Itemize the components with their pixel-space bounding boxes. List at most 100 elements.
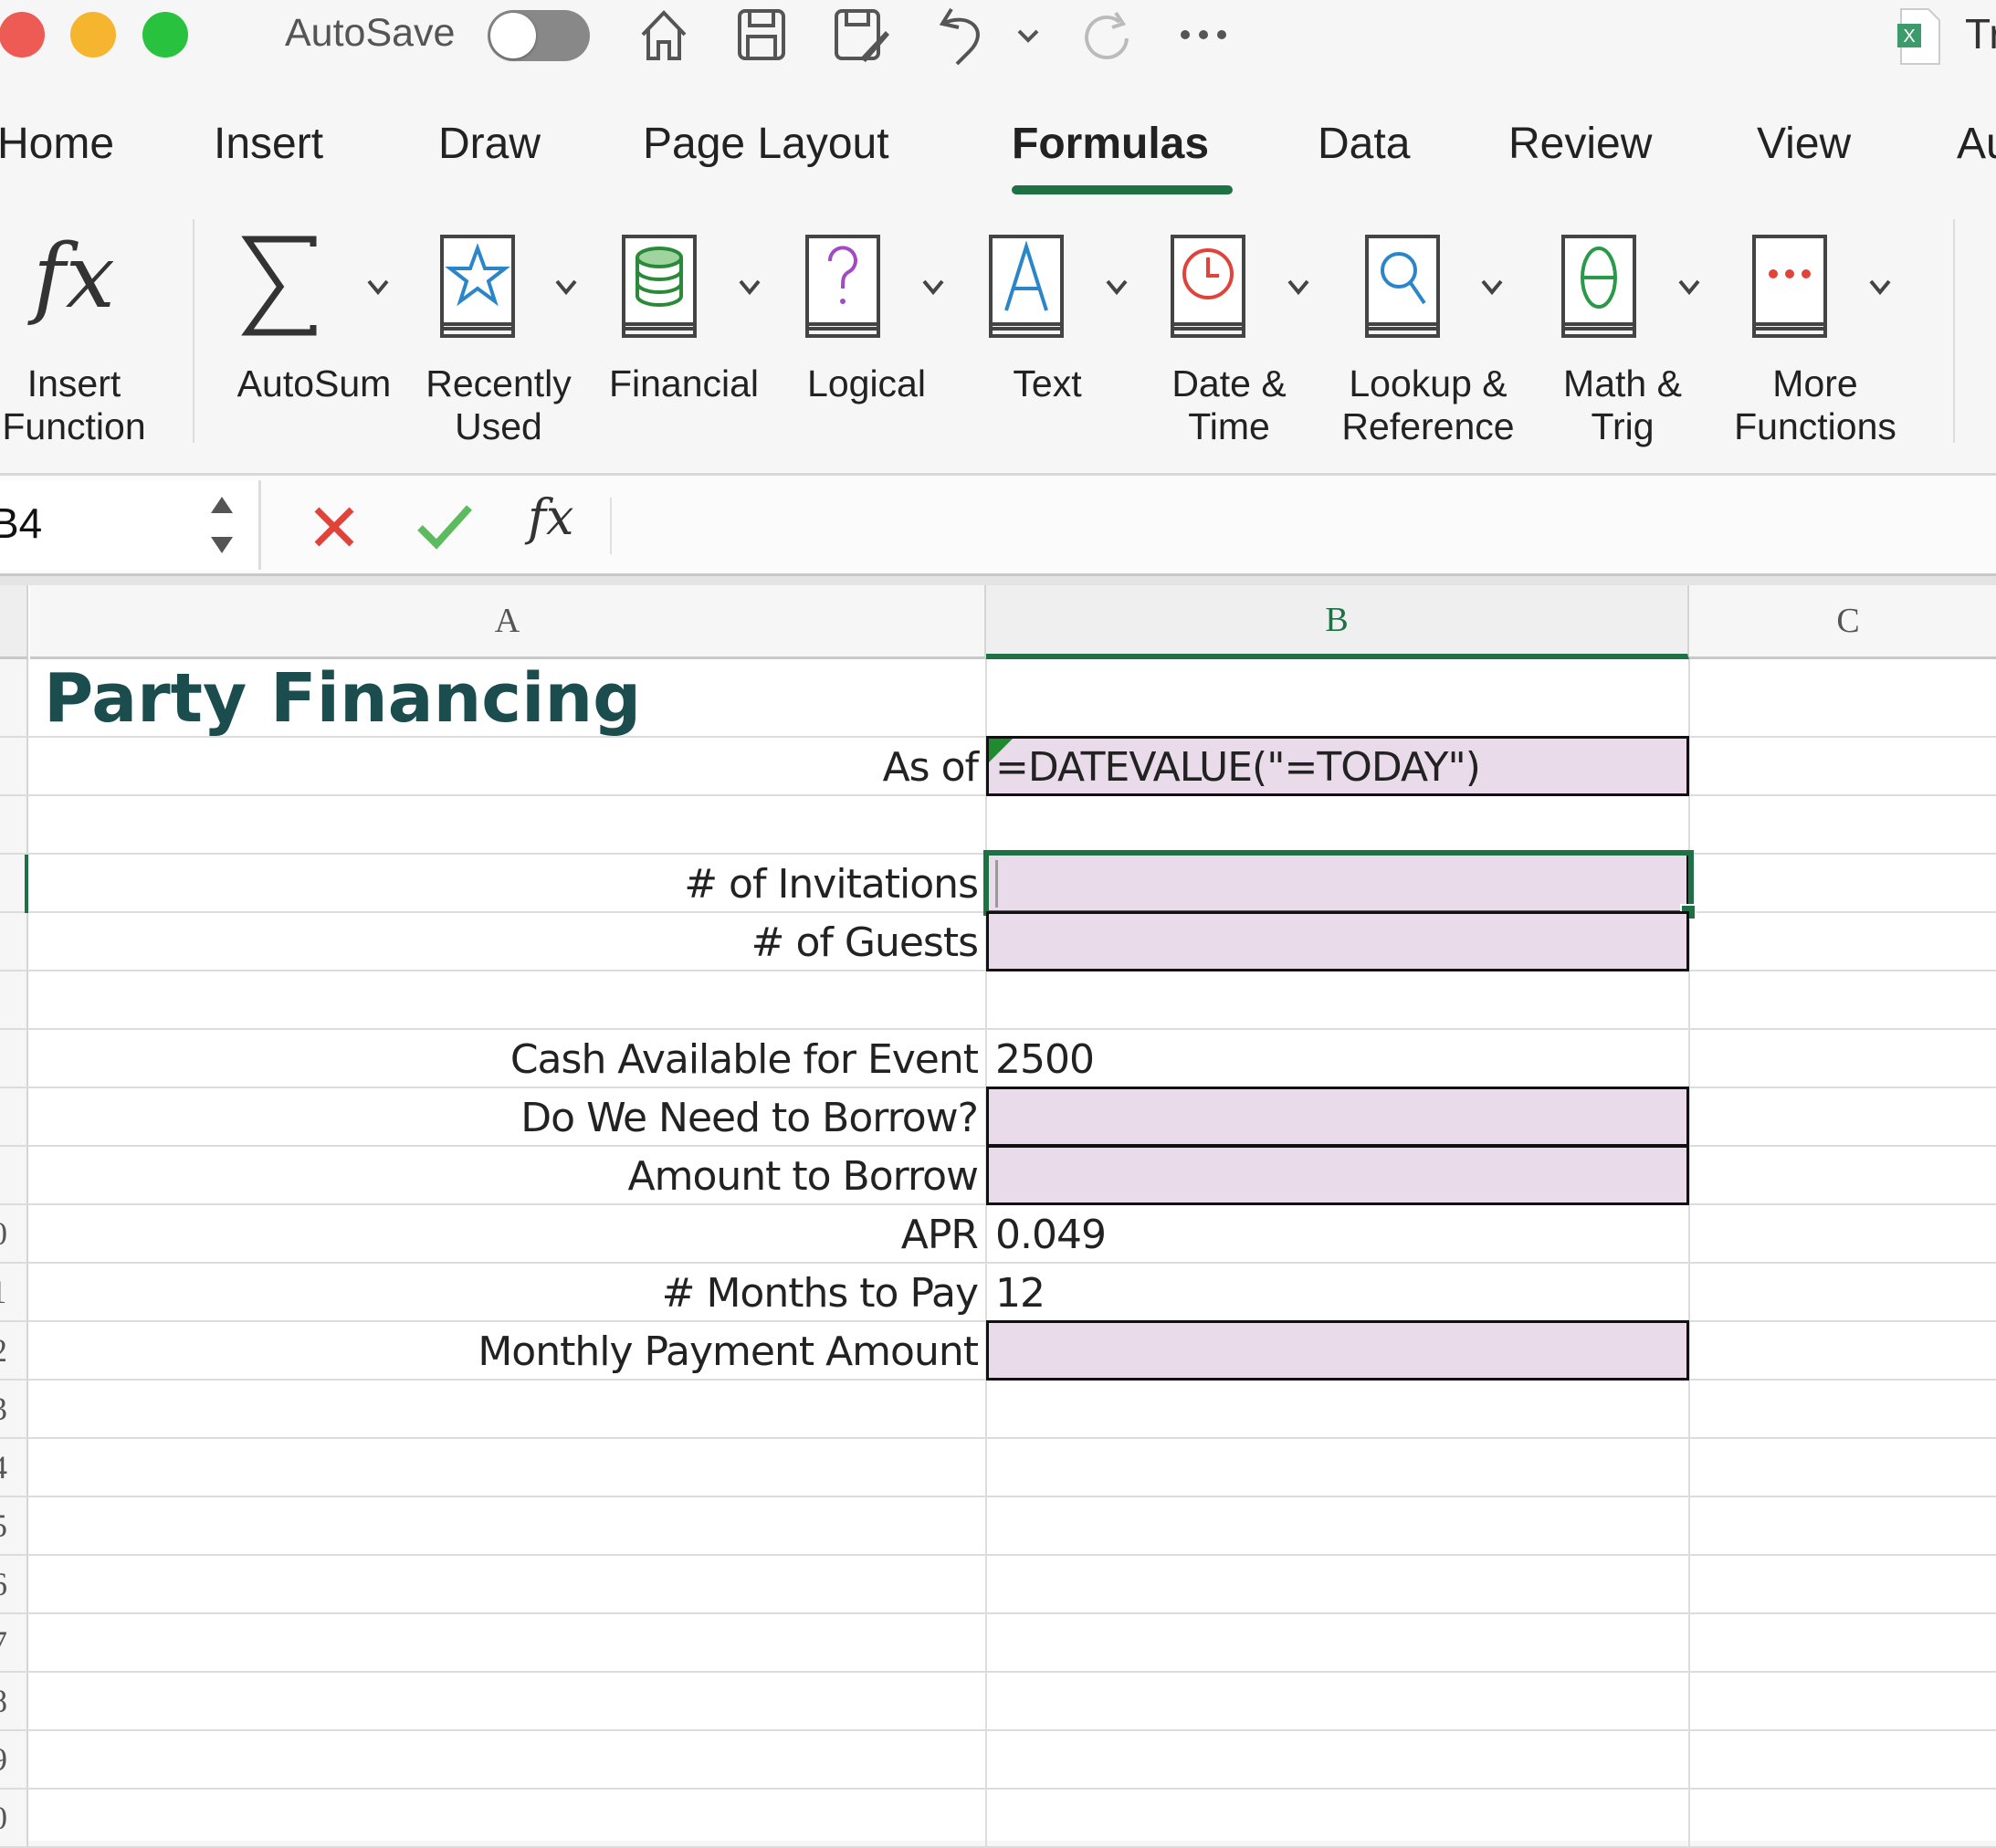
sheet-title[interactable]: Party Financing bbox=[44, 659, 641, 738]
chevron-down-icon[interactable] bbox=[1479, 274, 1505, 299]
select-all-corner[interactable] bbox=[0, 585, 28, 659]
row-header-17[interactable]: 17 bbox=[0, 1614, 28, 1673]
row-number: 10 bbox=[0, 1214, 18, 1253]
row-gridline bbox=[0, 1554, 1996, 1556]
chevron-down-icon[interactable] bbox=[920, 274, 946, 299]
value-cell-b11[interactable]: 12 bbox=[995, 1264, 1045, 1322]
row-header-10[interactable]: 10 bbox=[0, 1205, 28, 1264]
row-number: 17 bbox=[0, 1623, 18, 1662]
label-cell-a2[interactable]: As of bbox=[30, 738, 979, 796]
ribbon-label: Text bbox=[1013, 362, 1082, 404]
tab-formulas[interactable]: Formulas bbox=[1012, 119, 1209, 169]
formula-divider bbox=[610, 498, 612, 554]
input-cell-b9[interactable] bbox=[986, 1145, 1689, 1205]
row-number: 14 bbox=[0, 1448, 18, 1486]
row-header-6[interactable]: 6 bbox=[0, 971, 28, 1030]
input-cell-b5[interactable] bbox=[986, 911, 1689, 971]
tab-home[interactable]: Home bbox=[0, 119, 114, 169]
save-as-icon[interactable] bbox=[833, 7, 891, 66]
text-book-icon bbox=[988, 234, 1065, 344]
tab-view[interactable]: View bbox=[1757, 119, 1851, 169]
input-cell-b8[interactable] bbox=[986, 1087, 1689, 1147]
tab-au[interactable]: Au bbox=[1957, 119, 1996, 169]
cancel-icon[interactable] bbox=[311, 504, 357, 550]
label-cell-a11[interactable]: # Months to Pay bbox=[30, 1264, 979, 1322]
column-gridline bbox=[985, 659, 987, 1846]
ribbon-label: Logical bbox=[807, 362, 926, 404]
row-header-4[interactable]: 4 bbox=[0, 855, 28, 913]
value-cell-b2[interactable]: =DATEVALUE("=TODAY") bbox=[995, 738, 1481, 796]
close-window-button[interactable] bbox=[0, 12, 45, 58]
ribbon-label: Lookup & bbox=[1349, 362, 1508, 404]
row-header-20[interactable]: 20 bbox=[0, 1790, 28, 1848]
column-header-a[interactable]: A bbox=[30, 585, 986, 659]
svg-text:fx: fx bbox=[27, 228, 115, 328]
chevron-down-icon[interactable] bbox=[737, 274, 762, 299]
row-gridline bbox=[0, 1612, 1996, 1614]
selected-cell-border bbox=[983, 850, 1694, 916]
tab-data[interactable]: Data bbox=[1318, 119, 1410, 169]
tab-review[interactable]: Review bbox=[1508, 119, 1652, 169]
row-header-3[interactable]: 3 bbox=[0, 796, 28, 855]
chevron-down-icon[interactable] bbox=[553, 274, 579, 299]
row-header-2[interactable]: 2 bbox=[0, 738, 28, 796]
column-header-b[interactable]: B bbox=[986, 585, 1689, 659]
tab-page-layout[interactable]: Page Layout bbox=[643, 119, 889, 169]
row-header-18[interactable]: 18 bbox=[0, 1673, 28, 1731]
column-gridline bbox=[1688, 659, 1690, 1846]
maximize-window-button[interactable] bbox=[142, 12, 188, 58]
value-cell-b10[interactable]: 0.049 bbox=[995, 1205, 1107, 1264]
coins-book-icon bbox=[621, 234, 698, 344]
undo-dropdown-icon[interactable] bbox=[1015, 26, 1041, 46]
enter-check-icon[interactable] bbox=[416, 502, 473, 550]
label-cell-a5[interactable]: # of Guests bbox=[30, 913, 979, 971]
label-cell-a8[interactable]: Do We Need to Borrow? bbox=[30, 1088, 979, 1147]
row-header-7[interactable]: 7 bbox=[0, 1030, 28, 1088]
tab-insert[interactable]: Insert bbox=[214, 119, 323, 169]
save-icon[interactable] bbox=[736, 7, 787, 62]
undo-icon[interactable] bbox=[933, 4, 988, 68]
tab-draw[interactable]: Draw bbox=[438, 119, 541, 169]
label-cell-a12[interactable]: Monthly Payment Amount bbox=[30, 1322, 979, 1381]
more-options-icon[interactable] bbox=[1178, 27, 1229, 42]
ribbon-label: Functions bbox=[1734, 405, 1896, 447]
insert-function-icon[interactable]: fx bbox=[528, 488, 573, 546]
row-header-13[interactable]: 13 bbox=[0, 1381, 28, 1439]
row-header-16[interactable]: 16 bbox=[0, 1556, 28, 1614]
spreadsheet-grid[interactable]: ABC 1 Party Financing 2 As of =DATEVALUE("=TO… bbox=[0, 585, 1996, 1848]
label-cell-a9[interactable]: Amount to Borrow bbox=[30, 1147, 979, 1205]
magnifier-book-icon bbox=[1364, 234, 1441, 344]
redo-icon[interactable] bbox=[1079, 7, 1134, 62]
active-tab-indicator bbox=[1012, 185, 1233, 194]
chevron-down-icon[interactable] bbox=[365, 274, 391, 299]
chevron-down-icon[interactable] bbox=[1867, 274, 1893, 299]
label-cell-a10[interactable]: APR bbox=[30, 1205, 979, 1264]
name-box[interactable]: B4 bbox=[0, 480, 261, 570]
row-header-5[interactable]: 5 bbox=[0, 913, 28, 971]
name-box-stepper-icon[interactable] bbox=[208, 493, 236, 557]
row-header-8[interactable]: 8 bbox=[0, 1088, 28, 1147]
chevron-down-icon[interactable] bbox=[1676, 274, 1702, 299]
input-cell-b12[interactable] bbox=[986, 1320, 1689, 1381]
row-header-11[interactable]: 11 bbox=[0, 1264, 28, 1322]
ribbon-label: Insert bbox=[26, 362, 121, 404]
label-cell-a4[interactable]: # of Invitations bbox=[30, 855, 979, 913]
value-cell-b7[interactable]: 2500 bbox=[995, 1030, 1095, 1088]
ribbon-label: Trig bbox=[1591, 405, 1655, 447]
window-title: Tr bbox=[1965, 10, 1996, 58]
minimize-window-button[interactable] bbox=[70, 12, 116, 58]
chevron-down-icon[interactable] bbox=[1104, 274, 1129, 299]
row-header-9[interactable]: 9 bbox=[0, 1147, 28, 1205]
column-header-c[interactable]: C bbox=[1689, 585, 1996, 659]
row-header-1[interactable]: 1 bbox=[0, 659, 28, 738]
autosave-toggle[interactable] bbox=[488, 10, 590, 61]
chevron-down-icon[interactable] bbox=[1286, 274, 1311, 299]
row-gridline bbox=[0, 1788, 1996, 1790]
row-header-14[interactable]: 14 bbox=[0, 1439, 28, 1497]
home-icon[interactable] bbox=[637, 7, 690, 62]
label-cell-a7[interactable]: Cash Available for Event bbox=[30, 1030, 979, 1088]
row-header-19[interactable]: 19 bbox=[0, 1731, 28, 1790]
row-header-12[interactable]: 12 bbox=[0, 1322, 28, 1381]
row-header-15[interactable]: 15 bbox=[0, 1497, 28, 1556]
ribbon-label: Used bbox=[455, 405, 542, 447]
